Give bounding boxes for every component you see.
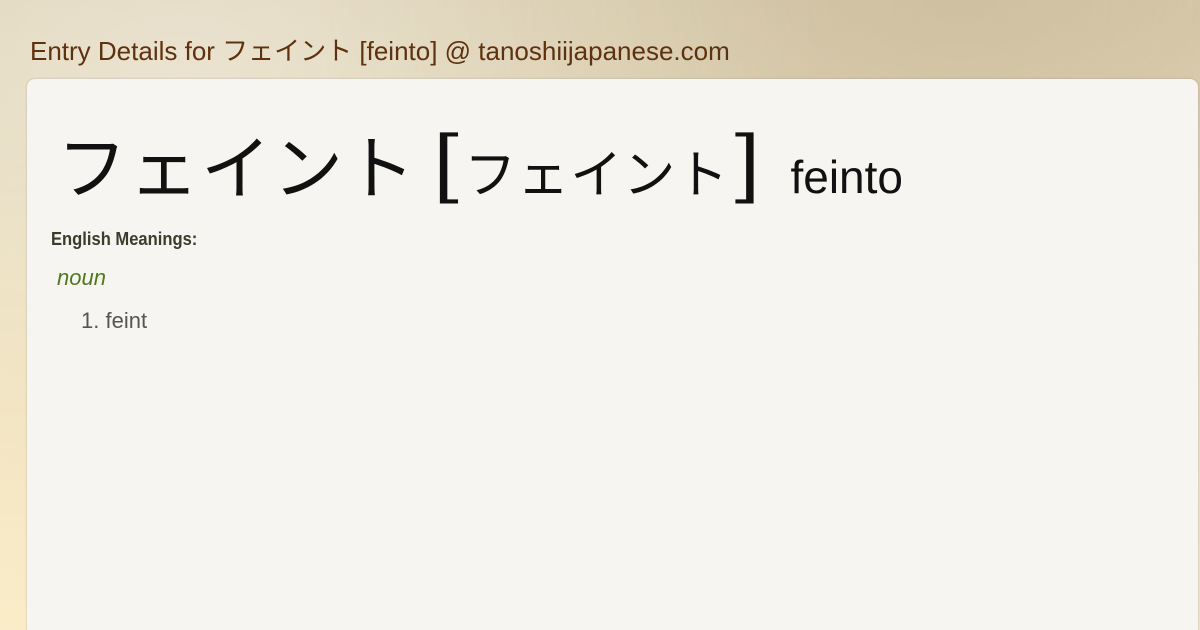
entry-heading: フェイント [ フェイント ] feinto	[57, 121, 903, 221]
romaji: feinto	[790, 151, 903, 203]
list-item: 1. feint	[81, 308, 147, 334]
reading-bracket-open: [	[433, 119, 465, 212]
reading-bracket-close: ]	[729, 119, 761, 212]
sense-list: 1. feint	[81, 308, 147, 334]
entry-panel: フェイント [ フェイント ] feinto English Meanings:…	[27, 79, 1198, 630]
page-title: Entry Details for フェイント [feinto] @ tanos…	[30, 36, 730, 66]
part-of-speech: noun	[57, 265, 106, 290]
sense-number: 1.	[81, 308, 100, 333]
english-meanings-label: English Meanings:	[51, 229, 198, 249]
sense-text: feint	[105, 308, 148, 333]
headword: フェイント	[57, 128, 417, 210]
reading-kana: フェイント	[464, 146, 730, 206]
reading-group: [ フェイント ]	[433, 121, 760, 221]
